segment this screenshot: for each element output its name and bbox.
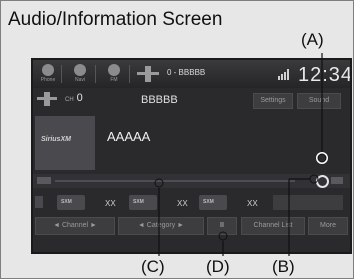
callout-lines: [154, 53, 328, 256]
figure-frame: Audio/Information Screen (A) (C) (D) (B)…: [0, 0, 354, 279]
